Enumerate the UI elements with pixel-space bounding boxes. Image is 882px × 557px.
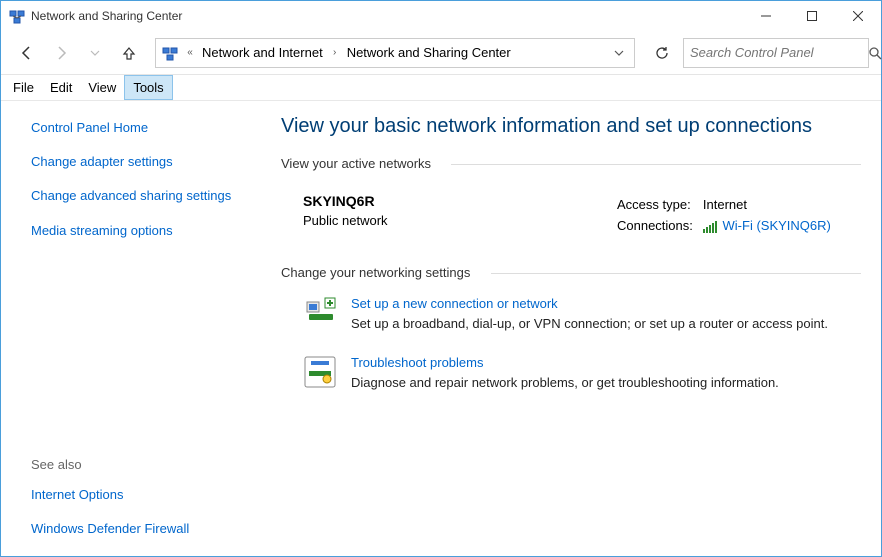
breadcrumb-seg-sharing-center[interactable]: Network and Sharing Center xyxy=(345,45,513,60)
menu-file[interactable]: File xyxy=(5,75,42,100)
access-type-value: Internet xyxy=(703,195,839,214)
sidebar-advanced-sharing[interactable]: Change advanced sharing settings xyxy=(31,188,231,203)
menu-view[interactable]: View xyxy=(80,75,124,100)
active-network-block: SKYINQ6R Public network Access type: Int… xyxy=(281,179,861,265)
change-settings-label: Change your networking settings xyxy=(281,265,861,280)
network-type: Public network xyxy=(303,213,603,228)
sidebar-defender-firewall[interactable]: Windows Defender Firewall xyxy=(31,521,189,536)
setup-connection-link[interactable]: Set up a new connection or network xyxy=(351,296,558,311)
breadcrumb-dropdown[interactable] xyxy=(608,48,630,58)
wifi-signal-icon xyxy=(703,221,717,233)
sidebar-control-panel-home[interactable]: Control Panel Home xyxy=(31,120,148,135)
menu-tools[interactable]: Tools xyxy=(124,75,172,100)
titlebar: Network and Sharing Center xyxy=(1,1,881,31)
close-button[interactable] xyxy=(835,1,881,31)
refresh-button[interactable] xyxy=(647,38,677,68)
connections-label: Connections: xyxy=(617,216,701,235)
setup-connection-icon xyxy=(303,296,337,330)
recent-dropdown[interactable] xyxy=(81,39,109,67)
network-center-icon xyxy=(160,43,180,63)
main-panel: View your basic network information and … xyxy=(261,101,881,556)
sidebar-media-streaming[interactable]: Media streaming options xyxy=(31,223,173,238)
chevron-right-icon[interactable]: › xyxy=(329,47,341,58)
search-input[interactable] xyxy=(690,45,868,60)
back-button[interactable] xyxy=(13,39,41,67)
troubleshoot-icon xyxy=(303,355,337,389)
search-box[interactable] xyxy=(683,38,869,68)
troubleshoot-desc: Diagnose and repair network problems, or… xyxy=(351,374,779,392)
connection-link[interactable]: Wi-Fi (SKYINQ6R) xyxy=(723,218,831,233)
navbar: « Network and Internet › Network and Sha… xyxy=(1,31,881,75)
search-icon[interactable] xyxy=(868,46,882,60)
access-type-label: Access type: xyxy=(617,195,701,214)
breadcrumb[interactable]: « Network and Internet › Network and Sha… xyxy=(155,38,635,68)
menu-edit[interactable]: Edit xyxy=(42,75,80,100)
maximize-button[interactable] xyxy=(789,1,835,31)
breadcrumb-seg-network-internet[interactable]: Network and Internet xyxy=(200,45,325,60)
sidebar: Control Panel Home Change adapter settin… xyxy=(1,101,261,556)
content: Control Panel Home Change adapter settin… xyxy=(1,101,881,556)
window-title: Network and Sharing Center xyxy=(31,9,743,23)
up-button[interactable] xyxy=(115,39,143,67)
task-setup-connection: Set up a new connection or network Set u… xyxy=(281,288,861,347)
task-troubleshoot: Troubleshoot problems Diagnose and repai… xyxy=(281,347,861,406)
forward-button[interactable] xyxy=(47,39,75,67)
sidebar-internet-options[interactable]: Internet Options xyxy=(31,487,124,502)
minimize-button[interactable] xyxy=(743,1,789,31)
troubleshoot-link[interactable]: Troubleshoot problems xyxy=(351,355,483,370)
menubar: File Edit View Tools xyxy=(1,75,881,101)
page-heading: View your basic network information and … xyxy=(281,115,861,138)
sidebar-change-adapter[interactable]: Change adapter settings xyxy=(31,154,173,169)
network-name: SKYINQ6R xyxy=(303,193,603,209)
active-networks-label: View your active networks xyxy=(281,156,861,171)
setup-connection-desc: Set up a broadband, dial-up, or VPN conn… xyxy=(351,315,828,333)
network-center-icon xyxy=(9,8,25,24)
see-also-label: See also xyxy=(31,457,239,472)
chevron-left-icon[interactable]: « xyxy=(184,47,196,58)
